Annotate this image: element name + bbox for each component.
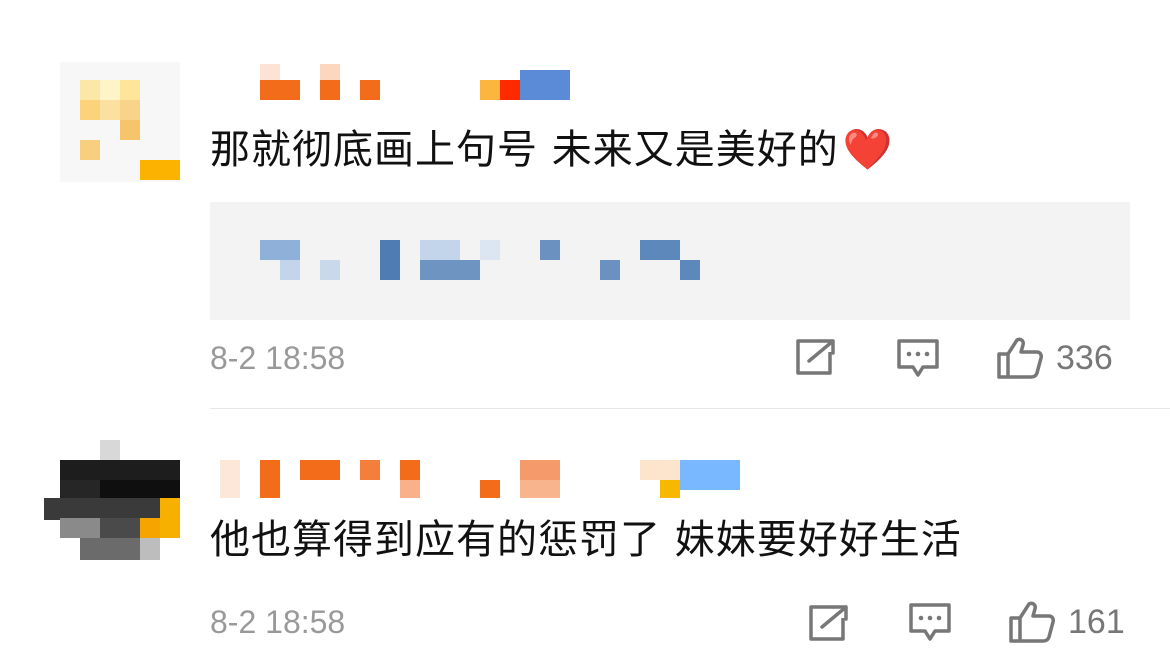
reply-button[interactable] [908, 602, 952, 644]
like-count: 161 [1068, 602, 1125, 641]
like-count: 336 [1056, 338, 1113, 377]
timestamp: 8-2 18:58 [210, 340, 346, 376]
share-icon [808, 604, 850, 642]
divider [210, 408, 1170, 409]
share-button[interactable] [795, 338, 837, 376]
comment-text-content: 那就彻底画上句号 未来又是美好的 [210, 127, 839, 173]
timestamp: 8-2 18:58 [210, 604, 346, 640]
share-icon [795, 338, 837, 376]
comment-text: 那就彻底画上句号 未来又是美好的 ❤️ [210, 126, 894, 174]
like-button[interactable]: 161 [1008, 600, 1125, 644]
like-button[interactable]: 336 [996, 336, 1113, 380]
avatar[interactable] [60, 62, 180, 182]
quoted-content[interactable] [210, 202, 1130, 320]
comment-icon [908, 602, 952, 644]
thumbs-up-icon [1008, 600, 1056, 644]
username[interactable] [210, 60, 580, 104]
reply-button[interactable] [896, 338, 940, 380]
comment-icon [896, 338, 940, 380]
avatar[interactable] [44, 440, 180, 560]
username[interactable] [210, 458, 750, 502]
thumbs-up-icon [996, 336, 1044, 380]
comment-text: 他也算得到应有的惩罚了 妹妹要好好生活 [210, 517, 962, 563]
heart-emoji: ❤️ [842, 127, 894, 173]
share-button[interactable] [808, 604, 850, 642]
